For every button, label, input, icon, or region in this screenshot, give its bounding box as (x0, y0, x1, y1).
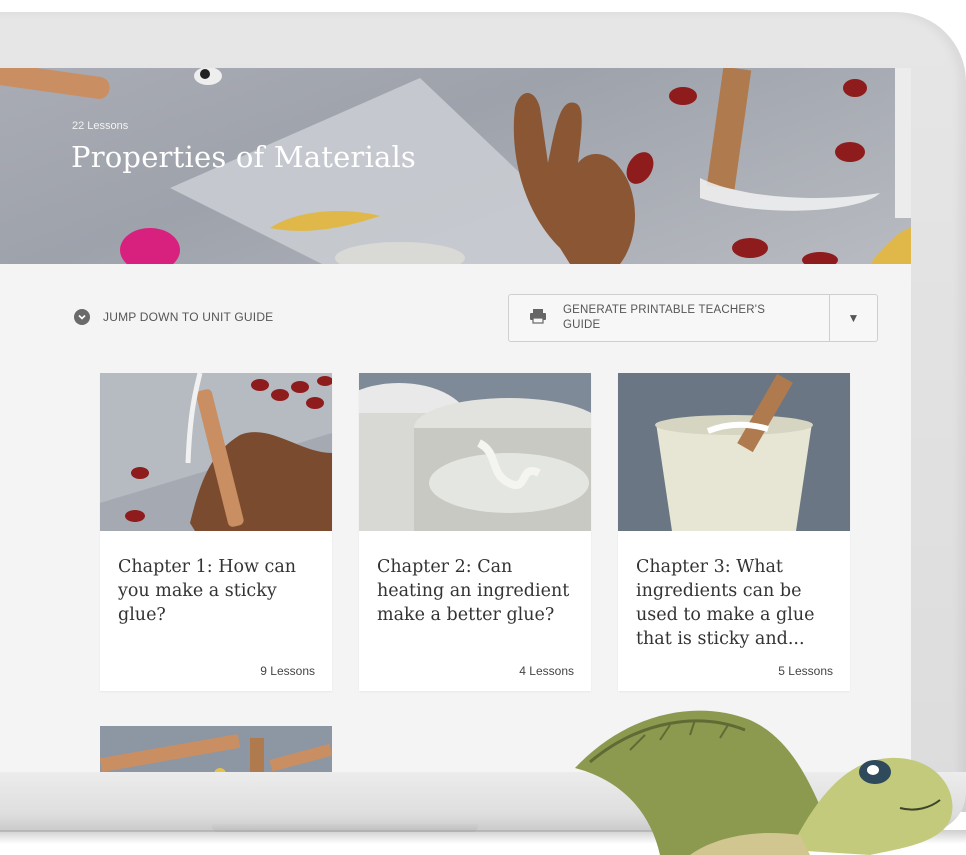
chapter-3-title: Chapter 3: What ingredients can be used … (636, 557, 815, 649)
chapter-3-thumbnail (618, 373, 850, 531)
teacher-guide-split-button: GENERATE PRINTABLE TEACHER'S GUIDE ▼ (508, 294, 878, 342)
jump-to-unit-guide-link[interactable]: JUMP DOWN TO UNIT GUIDE (74, 309, 273, 325)
chapter-1-title: Chapter 1: How can you make a sticky glu… (118, 557, 297, 625)
chapter-card-1[interactable]: Chapter 1: How can you make a sticky glu… (100, 373, 332, 691)
chapter-2-title: Chapter 2: Can heating an ingredient mak… (377, 557, 570, 625)
caret-down-icon: ▼ (847, 311, 860, 325)
chapter-1-lesson-count: 9 Lessons (260, 664, 315, 678)
app-screen: 22 Lessons Properties of Materials JUMP … (0, 68, 911, 780)
guide-options-dropdown[interactable]: ▼ (829, 295, 877, 341)
unit-hero-banner: 22 Lessons Properties of Materials (0, 68, 911, 264)
chapter-2-thumbnail (359, 373, 591, 531)
printer-icon (529, 307, 547, 330)
page-title: Properties of Materials (71, 140, 417, 174)
chevron-down-icon (74, 309, 90, 325)
chapter-1-thumbnail (100, 373, 332, 531)
generate-guide-button[interactable]: GENERATE PRINTABLE TEACHER'S GUIDE (509, 295, 829, 341)
jump-label: JUMP DOWN TO UNIT GUIDE (103, 310, 274, 324)
chapter-3-lesson-count: 5 Lessons (778, 664, 833, 678)
chapter-card-3[interactable]: Chapter 3: What ingredients can be used … (618, 373, 850, 691)
chapter-2-lesson-count: 4 Lessons (519, 664, 574, 678)
hero-lesson-count: 22 Lessons (72, 120, 129, 132)
turtle-mascot (575, 710, 953, 855)
chapter-card-2[interactable]: Chapter 2: Can heating an ingredient mak… (359, 373, 591, 691)
generate-guide-label: GENERATE PRINTABLE TEACHER'S GUIDE (563, 304, 766, 331)
